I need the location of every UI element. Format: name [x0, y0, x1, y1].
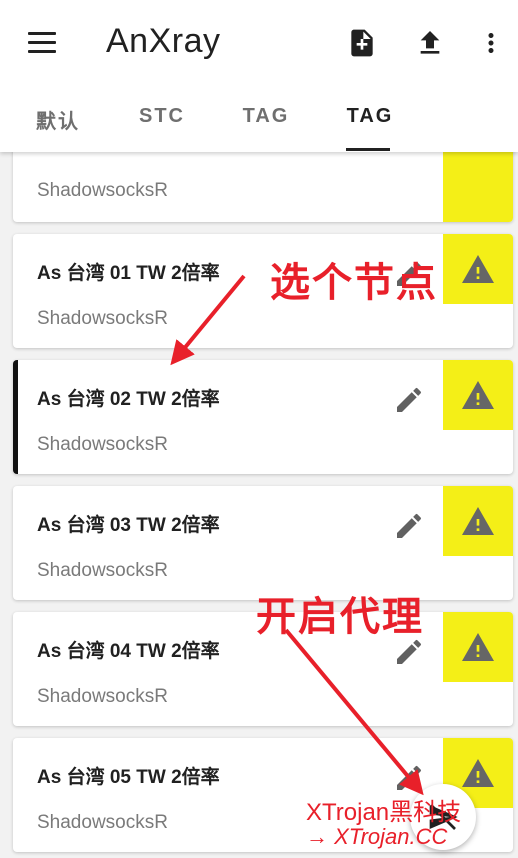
server-name: As 台湾 02 TW 2倍率 [37, 389, 220, 410]
warning-icon [462, 381, 494, 409]
server-type: ShadowsocksR [37, 560, 168, 581]
tab-default[interactable]: 默认 [20, 92, 96, 152]
warning-indicator[interactable] [443, 612, 513, 682]
tab-tag-active[interactable]: TAG [332, 92, 408, 152]
more-vert-icon[interactable] [476, 26, 506, 60]
watermark-line1: XTrojan黑科技 [306, 799, 462, 826]
server-list[interactable]: ShadowsocksR As 台湾 01 TW 2倍率 Shadowsocks… [0, 152, 518, 858]
server-type: ShadowsocksR [37, 812, 168, 833]
server-card-selected[interactable]: As 台湾 02 TW 2倍率 ShadowsocksR [13, 360, 513, 474]
app-title: AnXray [106, 22, 221, 60]
warning-indicator[interactable] [443, 486, 513, 556]
server-name: As 台湾 01 TW 2倍率 [37, 263, 220, 284]
group-tabs: 默认 STC TAG TAG [0, 92, 518, 152]
server-type: ShadowsocksR [37, 308, 168, 329]
edit-icon[interactable] [393, 384, 425, 416]
toolbar: AnXray [0, 0, 518, 86]
server-card[interactable]: As 台湾 03 TW 2倍率 ShadowsocksR [13, 486, 513, 600]
server-name: As 台湾 04 TW 2倍率 [37, 641, 220, 662]
warning-icon [462, 507, 494, 535]
app-bar: AnXray 默认 STC TAG TAG [0, 0, 518, 152]
server-type: ShadowsocksR [37, 180, 168, 201]
warning-indicator[interactable] [443, 360, 513, 430]
tab-tag[interactable]: TAG [228, 92, 304, 152]
tab-stc[interactable]: STC [124, 92, 200, 152]
annotation-select-node: 选个节点 [270, 260, 438, 306]
server-type: ShadowsocksR [37, 686, 168, 707]
upload-icon[interactable] [414, 26, 446, 60]
server-name: As 台湾 05 TW 2倍率 [37, 767, 220, 788]
warning-icon [462, 759, 494, 787]
warning-indicator [443, 152, 513, 222]
warning-icon [462, 633, 494, 661]
server-card-partial[interactable]: ShadowsocksR [13, 152, 513, 222]
server-name: As 台湾 03 TW 2倍率 [37, 515, 220, 536]
menu-icon[interactable] [28, 30, 58, 54]
watermark-line2: → XTrojan.CC [306, 824, 448, 849]
warning-indicator[interactable] [443, 234, 513, 304]
edit-icon[interactable] [393, 510, 425, 542]
warning-icon [462, 255, 494, 283]
server-card[interactable]: As 台湾 01 TW 2倍率 ShadowsocksR [13, 234, 513, 348]
edit-icon[interactable] [393, 762, 425, 794]
annotation-start-proxy: 开启代理 [256, 594, 424, 640]
tab-indicator [346, 148, 390, 151]
add-file-icon[interactable] [346, 26, 378, 60]
server-type: ShadowsocksR [37, 434, 168, 455]
